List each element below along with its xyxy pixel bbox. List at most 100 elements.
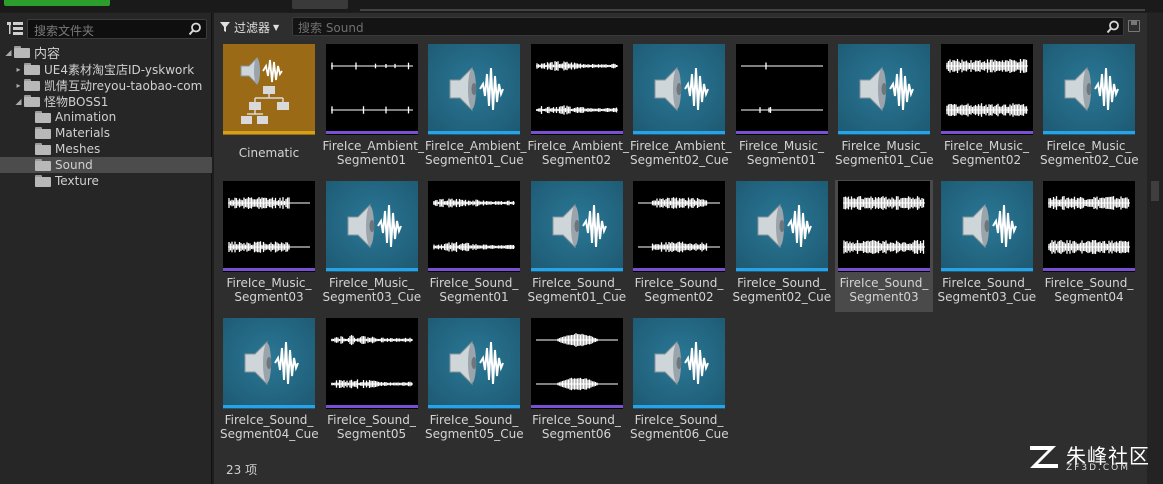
asset-tile[interactable]: FireIce_Sound_ Segment05_Cue [425, 317, 524, 449]
asset-name-line2: Segment01 [746, 153, 817, 167]
tree-item[interactable]: Meshes [0, 141, 212, 157]
expand-arrow-icon[interactable]: ▸ [14, 81, 23, 90]
asset-name-line2: Segment02_Cue [732, 290, 832, 304]
asset-name: FireIce_Ambient_ Segment01 [322, 139, 424, 167]
asset-name-line2: Segment02_Cue [1040, 153, 1139, 167]
asset-name-line1: FireIce_Sound_ [634, 276, 724, 290]
asset-tile[interactable]: FireIce_Sound_ Segment04_Cue [220, 317, 319, 449]
filter-button[interactable]: 过滤器 ▼ [220, 17, 286, 37]
asset-name-line2: Segment01 [439, 290, 509, 304]
tree-item-label: Sound [55, 158, 93, 172]
tree-item[interactable]: Animation [0, 109, 212, 125]
asset-name-line1: FireIce_Ambient_ [527, 139, 629, 153]
asset-name-line2: Segment02 [951, 153, 1022, 167]
asset-name: FireIce_Ambient_ Segment02_Cue [630, 139, 731, 167]
tree-item-label: Materials [55, 126, 111, 140]
scrollbar-thumb[interactable] [1151, 181, 1159, 201]
asset-type-bar [735, 131, 828, 134]
asset-tile[interactable]: FireIce_Music_ Segment03 [220, 180, 318, 312]
tree-item[interactable]: Materials [0, 125, 212, 141]
asset-tile[interactable]: FireIce_Ambient_ Segment02_Cue [630, 43, 731, 175]
asset-name-line2: Segment03_Cue [322, 290, 422, 304]
chevron-down-icon: ▼ [273, 22, 280, 32]
folder-search-input[interactable]: 搜索文件夹 [27, 19, 207, 39]
asset-tile[interactable]: FireIce_Sound_ Segment03 [835, 180, 933, 312]
asset-tile[interactable]: FireIce_Sound_ Segment06_Cue [630, 317, 729, 449]
asset-tile[interactable]: FireIce_Sound_ Segment06 [528, 317, 626, 449]
asset-name-line2: Segment05 [336, 427, 407, 441]
asset-name: Cinematic [220, 146, 318, 160]
search-icon[interactable] [1106, 20, 1120, 34]
waveform-icon [838, 181, 930, 272]
folder-icon [35, 143, 51, 155]
asset-name-line1: FireIce_Ambient_ [322, 139, 424, 153]
asset-tile[interactable]: FireIce_Ambient_ Segment02 [527, 43, 629, 175]
expand-arrow-icon[interactable]: ▸ [14, 65, 23, 74]
asset-name-line2: Segment02 [541, 153, 612, 167]
tree-item[interactable]: Texture [0, 173, 212, 189]
asset-name-line2: Segment04_Cue [220, 427, 319, 441]
asset-name: FireIce_Music_ Segment01_Cue [835, 139, 934, 167]
watermark: 朱峰社区 ZF3D.COM [1028, 438, 1160, 478]
sources-panel-icon[interactable] [6, 21, 24, 37]
asset-name-line1: FireIce_Sound_ [1044, 276, 1134, 290]
asset-name-line1: FireIce_Sound_ [532, 276, 621, 290]
asset-tile[interactable]: FireIce_Ambient_ Segment01 [322, 43, 424, 175]
folder-toolbar: 搜索文件夹 [0, 15, 212, 41]
tree-item[interactable]: ◢ 怪物BOSS1 [0, 93, 212, 109]
asset-name-line1: FireIce_Sound_ [839, 276, 929, 290]
waveform-icon [735, 44, 828, 135]
folder-search-placeholder: 搜索文件夹 [34, 24, 95, 38]
asset-type-bar [1043, 131, 1135, 134]
asset-type-bar [838, 131, 930, 134]
asset-tile[interactable]: FireIce_Sound_ Segment02 [630, 180, 728, 312]
path-navigation-button[interactable] [292, 0, 348, 9]
asset-tile[interactable]: FireIce_Music_ Segment01_Cue [835, 43, 934, 175]
asset-tile[interactable]: FireIce_Sound_ Segment02_Cue [733, 180, 831, 312]
asset-type-bar [838, 268, 930, 271]
asset-search-input[interactable]: 搜索 Sound [292, 17, 1124, 36]
asset-name-line1: FireIce_Sound_ [634, 413, 724, 427]
asset-tile[interactable]: FireIce_Music_ Segment03_Cue [323, 180, 421, 312]
folder-icon [35, 127, 51, 139]
add-new-button[interactable] [4, 0, 110, 6]
asset-type-bar [428, 268, 520, 271]
asset-tile[interactable]: FireIce_Sound_ Segment03_Cue [938, 180, 1036, 312]
asset-type-bar [530, 131, 623, 134]
asset-name: FireIce_Sound_ Segment03 [835, 276, 933, 304]
asset-tile[interactable]: FireIce_Music_ Segment01 [733, 43, 831, 175]
asset-tile[interactable]: FireIce_Sound_ Segment05 [323, 317, 421, 449]
asset-type-bar [1043, 268, 1135, 271]
expand-arrow-icon[interactable]: ◢ [4, 48, 13, 57]
asset-tile[interactable]: FireIce_Sound_ Segment01_Cue [528, 180, 626, 312]
asset-name: FireIce_Sound_ Segment05 [323, 413, 421, 441]
asset-thumbnail [530, 318, 623, 409]
tree-item[interactable]: ▸ UE4素材淘宝店ID-yskwork [0, 61, 212, 77]
asset-thumbnail [735, 181, 828, 272]
asset-type-bar [940, 268, 1033, 271]
tree-item[interactable]: ▸ 凯倩互动reyou-taobao-com [0, 77, 212, 93]
asset-name-line1: FireIce_Sound_ [532, 413, 621, 427]
expand-arrow-icon[interactable]: ◢ [14, 97, 23, 106]
asset-tile[interactable]: FireIce_Ambient_ Segment01_Cue [425, 43, 526, 175]
asset-tile[interactable]: FireIce_Music_ Segment02_Cue [1040, 43, 1139, 175]
folder-tree-panel: 搜索文件夹 ◢ 内容 ▸ UE4素材淘宝店ID-yskwork ▸ 凯倩互动reyou… [0, 13, 212, 484]
asset-name-line2: Segment06 [541, 427, 612, 441]
asset-name: FireIce_Ambient_ Segment02 [527, 139, 629, 167]
asset-type-bar [325, 268, 418, 271]
asset-tile[interactable]: FireIce_Music_ Segment02 [938, 43, 1036, 175]
asset-tile[interactable]: FireIce_Sound_ Segment04 [1040, 180, 1138, 312]
asset-name: FireIce_Sound_ Segment06_Cue [630, 413, 729, 441]
sound-class-icon [223, 44, 315, 135]
waveform-icon [325, 318, 418, 409]
asset-tile[interactable]: FireIce_Sound_ Segment01 [425, 180, 523, 312]
waveform-icon [428, 181, 520, 272]
asset-type-bar [530, 268, 623, 271]
asset-tile[interactable]: Cinematic [220, 43, 318, 175]
save-search-icon[interactable] [1128, 20, 1140, 32]
search-icon[interactable] [188, 22, 202, 36]
tree-item[interactable]: Sound [0, 157, 212, 173]
speaker-icon [633, 318, 725, 409]
tree-item-content-root[interactable]: ◢ 内容 [0, 43, 212, 62]
asset-thumbnail [428, 44, 520, 135]
